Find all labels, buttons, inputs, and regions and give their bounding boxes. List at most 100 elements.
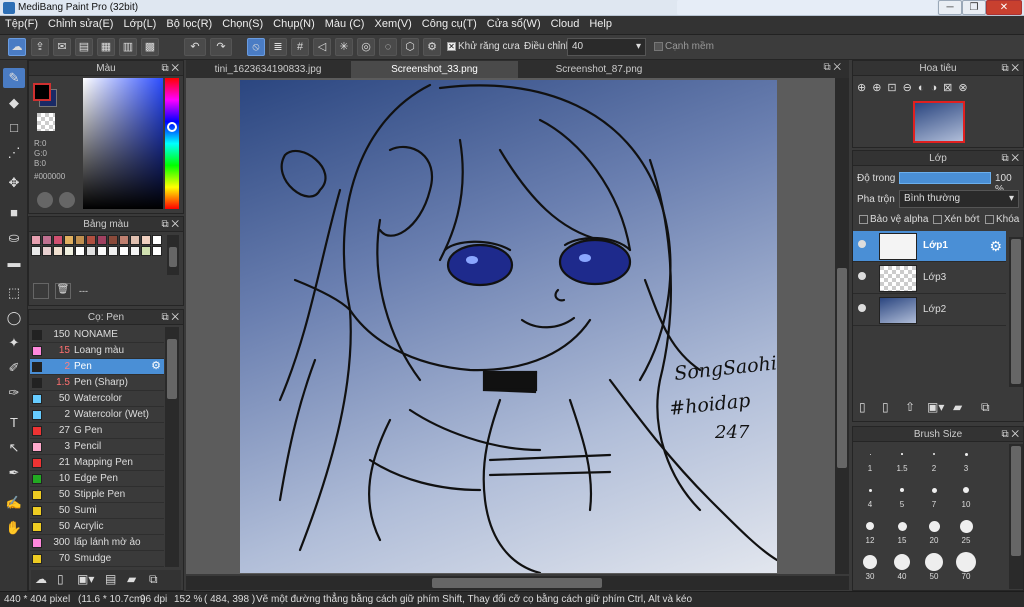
brush-row[interactable]: 27 G Pen	[30, 423, 164, 439]
palette-swatch[interactable]	[130, 246, 140, 256]
snap-vanish-icon[interactable]: ◁	[313, 38, 331, 56]
opacity-slider[interactable]	[899, 172, 991, 184]
select-tool-icon[interactable]: ⬚	[3, 283, 25, 303]
select-pen-icon[interactable]: ✐	[3, 358, 25, 378]
hue-slider-handle[interactable]	[167, 122, 177, 132]
snap-radial-icon[interactable]: ✳	[335, 38, 353, 56]
snap-parallel-icon[interactable]: ≣	[269, 38, 287, 56]
brush-size-cell[interactable]: 10	[950, 480, 982, 514]
primary-color-swatch[interactable]	[33, 83, 51, 101]
gradient-tool-icon[interactable]: ▬	[3, 253, 25, 273]
brush-size-cell[interactable]: 3	[950, 444, 982, 478]
layer-row[interactable]: Lớp2	[853, 295, 1006, 326]
brush-row[interactable]: 150 NONAME	[30, 327, 164, 343]
layout-icon[interactable]: ▦	[97, 38, 115, 56]
text-tool-icon[interactable]: T	[3, 413, 25, 433]
palette-swatch[interactable]	[86, 235, 96, 245]
soft-edge-toggle[interactable]: Cạnh mềm	[654, 41, 714, 52]
brush-row[interactable]: 10 Edge Pen	[30, 471, 164, 487]
dot-tool-icon[interactable]: ⋰	[3, 143, 25, 163]
eyedropper-tool-icon[interactable]: ✍	[3, 493, 25, 513]
layer-duplicate-icon[interactable]: ⧉	[981, 400, 990, 415]
correction-select[interactable]: 40 ▾	[567, 38, 646, 56]
panel-close-icon[interactable]: ⧉ ✕	[1001, 151, 1019, 166]
rectangle-tool-icon[interactable]: □	[3, 118, 25, 138]
antialias-checkbox[interactable]: ✕	[447, 41, 456, 51]
brush-size-cell[interactable]: 2	[918, 444, 950, 478]
palette-swatch[interactable]	[86, 246, 96, 256]
brush-row[interactable]: 70 Smudge	[30, 551, 164, 567]
brush-size-cell[interactable]: 50	[918, 552, 950, 586]
palette-swatch[interactable]	[97, 246, 107, 256]
hue-slider[interactable]	[165, 78, 179, 209]
protect-alpha-toggle[interactable]: Bảo vệ alpha	[859, 214, 928, 225]
brush-size-cell[interactable]: 15	[886, 516, 918, 550]
trash-icon[interactable]: 🗑	[55, 283, 71, 299]
snap-cross-icon[interactable]: #	[291, 38, 309, 56]
brush-row[interactable]: 50 Sumi	[30, 503, 164, 519]
palette-swatch[interactable]	[119, 235, 129, 245]
brush-size-cell[interactable]: 4	[854, 480, 886, 514]
brush-row[interactable]: 50 Acrylic	[30, 519, 164, 535]
palette-swatch[interactable]	[53, 235, 63, 245]
palette-swatch[interactable]	[130, 235, 140, 245]
snap-settings-icon[interactable]: ⚙	[423, 38, 441, 56]
brush-size-scrollbar[interactable]	[1009, 444, 1023, 589]
lasso-tool-icon[interactable]: ◯	[3, 308, 25, 328]
menu-layer[interactable]: Lớp(L)	[118, 16, 161, 32]
brush-size-cell[interactable]: 5	[886, 480, 918, 514]
snap-curve-icon[interactable]: ◌	[379, 38, 397, 56]
new-brush-icon[interactable]: ▯	[57, 572, 64, 586]
add-layer-menu-icon[interactable]: ▣▾	[927, 400, 944, 414]
panel-close-icon[interactable]: ⧉ ✕	[1001, 61, 1019, 76]
layer-folder-icon[interactable]: ▰	[953, 400, 962, 414]
menu-view[interactable]: Xem(V)	[369, 16, 416, 32]
layer-scrollbar[interactable]	[1009, 237, 1023, 387]
color-picker-field[interactable]	[83, 78, 163, 209]
clipping-toggle[interactable]: Xén bớt	[933, 214, 979, 225]
brush-row[interactable]: 300 lấp lánh mờ ảo	[30, 535, 164, 551]
navigator-thumbnail[interactable]	[913, 101, 965, 143]
brush-size-cell[interactable]: 1	[854, 444, 886, 478]
snap-circle-icon[interactable]: ◎	[357, 38, 375, 56]
brush-row[interactable]: 15 Loang màu	[30, 343, 164, 359]
palette-swatch[interactable]	[64, 246, 74, 256]
menu-cloud[interactable]: Cloud	[546, 16, 585, 32]
folder-icon[interactable]: ▰	[127, 572, 136, 586]
layer-row[interactable]: Lớp3	[853, 263, 1006, 294]
panel-close-icon[interactable]: ⧉ ✕	[1001, 427, 1019, 442]
menu-select[interactable]: Chọn(S)	[217, 16, 268, 32]
palette-swatch[interactable]	[119, 246, 129, 256]
maximize-button[interactable]: ❐	[962, 0, 986, 15]
grid-icon[interactable]: ▥	[119, 38, 137, 56]
brush-scrollbar[interactable]	[165, 327, 179, 567]
brush-size-cell[interactable]: 1.5	[886, 444, 918, 478]
palette-swatch[interactable]	[75, 246, 85, 256]
move-tool-icon[interactable]: ✥	[3, 173, 25, 193]
new-layer-icon[interactable]: ▯	[859, 400, 866, 414]
brush-size-cell[interactable]: 20	[918, 516, 950, 550]
lock-toggle[interactable]: Khóa	[985, 214, 1019, 225]
brush-row[interactable]: 3 Pencil	[30, 439, 164, 455]
menu-edit[interactable]: Chỉnh sửa(E)	[43, 16, 118, 32]
panel-icon[interactable]: ▤	[75, 38, 93, 56]
brush-size-cell[interactable]: 70	[950, 552, 982, 586]
menu-filter[interactable]: Bộ lọc(R)	[161, 16, 217, 32]
operation-tool-icon[interactable]: ↖	[3, 438, 25, 458]
brush-size-cell[interactable]: 7	[918, 480, 950, 514]
select-eraser-icon[interactable]: ✑	[3, 383, 25, 403]
palette-swatch[interactable]	[42, 235, 52, 245]
minimize-button[interactable]: ─	[938, 0, 962, 15]
layer-up-icon[interactable]: ⇧	[905, 400, 915, 414]
menu-tools[interactable]: Công cụ(T)	[417, 16, 482, 32]
blend-mode-select[interactable]: Bình thường ▾	[899, 190, 1019, 208]
palette-swatch[interactable]	[152, 235, 162, 245]
tab-close-icon[interactable]: ⧉ ✕	[823, 62, 841, 73]
menu-snap[interactable]: Chụp(N)	[268, 16, 320, 32]
eraser-tool-icon[interactable]: ◆	[3, 93, 25, 113]
soft-edge-checkbox[interactable]	[654, 41, 663, 51]
palette-swatch[interactable]	[141, 246, 151, 256]
duplicate-icon[interactable]: ⧉	[149, 572, 158, 587]
canvas-horizontal-scrollbar[interactable]	[186, 576, 849, 590]
comment-icon[interactable]: ✉	[53, 38, 71, 56]
